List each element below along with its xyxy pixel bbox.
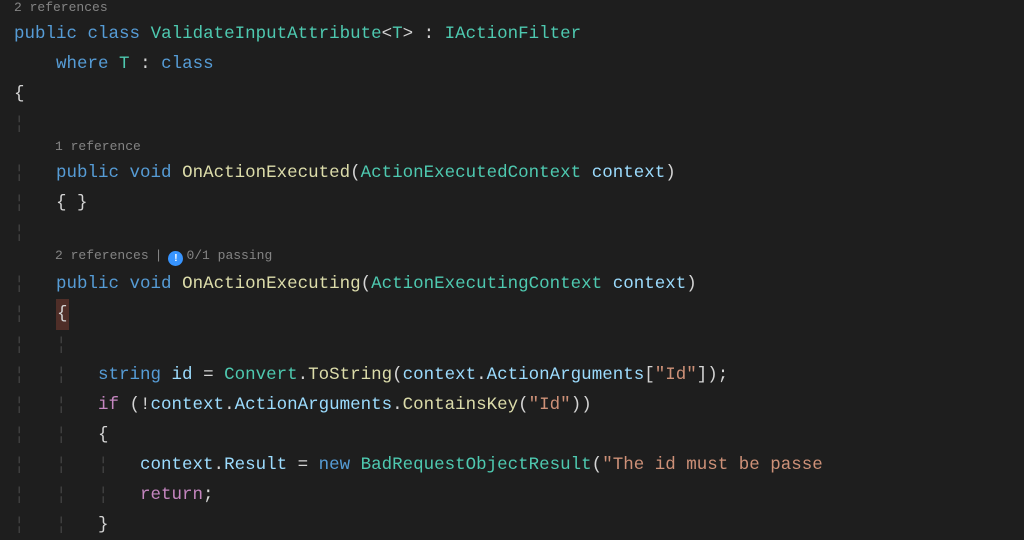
open-brace: { bbox=[14, 84, 25, 104]
indent-guide: ¦ bbox=[14, 223, 25, 243]
var-context: context bbox=[403, 365, 477, 385]
var-context: context bbox=[151, 395, 225, 415]
keyword-if: if bbox=[98, 395, 119, 415]
ref-count: 1 reference bbox=[55, 139, 141, 154]
code-line[interactable]: ¦ ¦ if (!context.ActionArguments.Contain… bbox=[14, 390, 1024, 420]
code-line[interactable]: ¦ public void OnActionExecuting(ActionEx… bbox=[14, 269, 1024, 299]
var-id: id bbox=[172, 365, 193, 385]
codelens-class[interactable]: 2 references bbox=[14, 0, 1024, 16]
keyword-class: class bbox=[88, 24, 141, 44]
method-tostring: ToString bbox=[308, 365, 392, 385]
indent-guide bbox=[14, 54, 56, 74]
keyword-public: public bbox=[14, 24, 77, 44]
code-line[interactable]: ¦ ¦ } bbox=[14, 510, 1024, 540]
code-line[interactable]: ¦ ¦ { bbox=[14, 420, 1024, 450]
open-brace: { } bbox=[56, 193, 88, 213]
keyword-public: public bbox=[56, 163, 119, 183]
ref-count: 2 references bbox=[14, 0, 108, 15]
indent-guide: ¦ bbox=[14, 114, 25, 134]
indent-guide: ¦ ¦ bbox=[14, 395, 98, 415]
type-param-type: ActionExecutingContext bbox=[371, 274, 602, 294]
test-passing-count: 0/1 passing bbox=[186, 248, 272, 263]
indent-guide: ¦ bbox=[14, 163, 56, 183]
test-status-icon: ! bbox=[168, 251, 183, 266]
indent-guide: ¦ bbox=[14, 274, 56, 294]
keyword-where: where bbox=[56, 54, 109, 74]
code-editor[interactable]: 2 references public class ValidateInputA… bbox=[0, 0, 1024, 540]
type-classname: ValidateInputAttribute bbox=[151, 24, 382, 44]
type-interface: IActionFilter bbox=[445, 24, 582, 44]
type-param: T bbox=[392, 24, 403, 44]
type-param-type: ActionExecutedContext bbox=[361, 163, 582, 183]
blank-line[interactable]: ¦ bbox=[14, 109, 1024, 139]
code-line[interactable]: ¦ public void OnActionExecuted(ActionExe… bbox=[14, 158, 1024, 188]
keyword-new: new bbox=[319, 455, 351, 475]
prop-result: Result bbox=[224, 455, 287, 475]
prop-actionarguments: ActionArguments bbox=[235, 395, 393, 415]
separator: | bbox=[155, 248, 163, 263]
keyword-void: void bbox=[130, 274, 172, 294]
codelens-method1[interactable]: 1 reference bbox=[14, 139, 1024, 155]
blank-line[interactable]: ¦ ¦ bbox=[14, 330, 1024, 360]
matching-brace-open: { bbox=[56, 299, 69, 329]
keyword-void: void bbox=[130, 163, 172, 183]
code-line[interactable]: ¦ { bbox=[14, 299, 1024, 329]
code-line[interactable]: ¦ ¦ string id = Convert.ToString(context… bbox=[14, 360, 1024, 390]
method-name: OnActionExecuting bbox=[182, 274, 361, 294]
code-line[interactable]: ¦ { } bbox=[14, 188, 1024, 218]
code-line[interactable]: ¦ ¦ ¦ context.Result = new BadRequestObj… bbox=[14, 450, 1024, 480]
method-name: OnActionExecuted bbox=[182, 163, 350, 183]
indent-guide: ¦ ¦ bbox=[14, 425, 98, 445]
var-context: context bbox=[140, 455, 214, 475]
indent-guide: ¦ ¦ bbox=[14, 335, 67, 355]
open-brace: { bbox=[98, 425, 109, 445]
string-literal: "Id" bbox=[529, 395, 571, 415]
indent-guide: ¦ bbox=[14, 193, 56, 213]
param-name: context bbox=[592, 163, 666, 183]
code-line[interactable]: public class ValidateInputAttribute<T> :… bbox=[14, 19, 1024, 49]
indent-guide: ¦ ¦ ¦ bbox=[14, 455, 140, 475]
indent-guide: ¦ ¦ ¦ bbox=[14, 485, 140, 505]
keyword-class-constraint: class bbox=[161, 54, 214, 74]
indent-guide: ¦ bbox=[14, 304, 56, 324]
string-literal: "Id" bbox=[655, 365, 697, 385]
indent-guide: ¦ ¦ bbox=[14, 365, 98, 385]
keyword-return: return bbox=[140, 485, 203, 505]
type-convert: Convert bbox=[224, 365, 298, 385]
prop-actionarguments: ActionArguments bbox=[487, 365, 645, 385]
code-line[interactable]: ¦ ¦ ¦ return; bbox=[14, 480, 1024, 510]
close-brace: } bbox=[98, 515, 109, 535]
keyword-string: string bbox=[98, 365, 161, 385]
param-name: context bbox=[613, 274, 687, 294]
blank-line[interactable]: ¦ bbox=[14, 218, 1024, 248]
code-line[interactable]: where T : class bbox=[14, 49, 1024, 79]
string-literal: "The id must be passe bbox=[602, 455, 823, 475]
keyword-public: public bbox=[56, 274, 119, 294]
code-line[interactable]: { bbox=[14, 79, 1024, 109]
method-containskey: ContainsKey bbox=[403, 395, 519, 415]
type-badrequest: BadRequestObjectResult bbox=[361, 455, 592, 475]
ref-count: 2 references bbox=[55, 248, 149, 263]
codelens-method2[interactable]: 2 references |!0/1 passing bbox=[14, 248, 1024, 267]
type-param: T bbox=[119, 54, 130, 74]
indent-guide: ¦ ¦ bbox=[14, 515, 98, 535]
